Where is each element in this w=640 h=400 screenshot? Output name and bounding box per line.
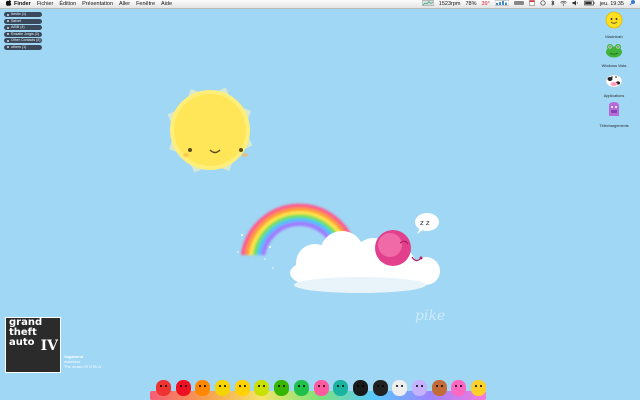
- desktop-icon-label: Applications: [603, 94, 625, 98]
- menu-aller[interactable]: Aller: [119, 0, 130, 9]
- dock-brown-girl-icon[interactable]: [431, 380, 447, 396]
- list-item[interactable]: Salvet: [4, 18, 42, 24]
- dock-black-cat-icon[interactable]: [352, 380, 368, 396]
- sleep-bubble-text: z z: [420, 219, 430, 227]
- menu-presentation[interactable]: Présentation: [82, 0, 113, 9]
- volume-icon[interactable]: [572, 0, 579, 10]
- cpu-monitor-icon[interactable]: [421, 0, 435, 10]
- menu-fichier[interactable]: Fichier: [37, 0, 54, 9]
- dock-toucan-icon[interactable]: [372, 380, 388, 396]
- dock-lavender-bunny-icon[interactable]: [411, 380, 427, 396]
- status-dot-icon: [7, 33, 9, 35]
- desktop-icon-applications[interactable]: Applications: [592, 72, 636, 98]
- spotlight-icon[interactable]: [629, 0, 636, 10]
- frog-drive-icon: [606, 44, 622, 58]
- dock-bee-icon[interactable]: [215, 380, 231, 396]
- cow-folder-icon: [605, 74, 623, 88]
- status-dot-icon: [7, 26, 9, 29]
- rainbow-cloud-illustration: z z: [237, 203, 440, 293]
- wallpaper-signature: pike: [415, 308, 446, 324]
- purple-folder-icon: [609, 102, 619, 116]
- battery-icon[interactable]: [584, 0, 595, 10]
- album-cover[interactable]: grand theft auto IV: [5, 317, 61, 373]
- dock-yellow-duck-icon[interactable]: [471, 380, 486, 396]
- fan-speed[interactable]: 1523rpm: [439, 0, 461, 9]
- calendar-icon[interactable]: [529, 0, 535, 10]
- list-item[interactable]: Rosalie Jorgis (3): [4, 31, 42, 37]
- dock-orange-icon[interactable]: [195, 380, 211, 396]
- dock-green-monster-icon[interactable]: [293, 380, 309, 396]
- dock-green-frog-icon[interactable]: [274, 380, 290, 396]
- apple-menu-icon[interactable]: [5, 0, 14, 10]
- list-item[interactable]: A/BB (4): [4, 25, 42, 30]
- battery-percent[interactable]: 78%: [465, 0, 476, 9]
- dock-items: [156, 380, 491, 396]
- desktop-icon-label: Windows Vista: [601, 64, 627, 68]
- dock-flower-icon[interactable]: [313, 380, 329, 396]
- status-dot-icon: [7, 13, 9, 16]
- temperature[interactable]: 39°: [482, 0, 490, 9]
- desktop-icon-label: Téléchargements: [599, 124, 629, 128]
- desktop-icon-macintosh[interactable]: Macintosh: [592, 11, 636, 39]
- menu-fenetre[interactable]: Fenêtre: [136, 0, 155, 9]
- status-dot-icon: [7, 46, 9, 48]
- track-album: The music Of GTA IV: [64, 364, 102, 369]
- dock-panda-icon[interactable]: [392, 380, 408, 396]
- menu-edition[interactable]: Édition: [59, 0, 76, 9]
- dock-red-cup-icon[interactable]: [175, 380, 191, 396]
- list-item[interactable]: Other Contacts (8): [4, 38, 42, 43]
- sun-illustration: [167, 87, 253, 173]
- dock-lime-character-icon[interactable]: [254, 380, 270, 396]
- dock-yellow-face-icon[interactable]: [234, 380, 250, 396]
- list-item[interactable]: Ibedin (1): [4, 12, 42, 17]
- bluetooth-icon[interactable]: [551, 0, 555, 10]
- wifi-icon[interactable]: [560, 0, 567, 10]
- sync-icon[interactable]: [540, 0, 546, 10]
- dock: [150, 376, 486, 400]
- status-dot-icon: [7, 20, 9, 22]
- graph-icon[interactable]: [494, 0, 510, 10]
- contacts-widget: Ibedin (1) Salvet A/BB (4) Rosalie Jorgi…: [4, 12, 42, 51]
- menu-bar: Finder Fichier Édition Présentation Alle…: [0, 0, 640, 9]
- network-icon[interactable]: [513, 0, 524, 10]
- dock-teal-bird-icon[interactable]: [333, 380, 349, 396]
- status-dot-icon: [7, 39, 9, 42]
- album-cover-numeral: IV: [40, 338, 58, 354]
- clock[interactable]: jeu. 19:35: [600, 0, 624, 9]
- dock-pink-blob-icon[interactable]: [451, 380, 467, 396]
- smiley-drive-icon: [605, 11, 623, 29]
- dock-ladybug-icon[interactable]: [156, 380, 171, 396]
- desktop-icon-windows-vista[interactable]: Windows Vista: [592, 42, 636, 68]
- now-playing-info: Vagabond nukeseur The music Of GTA IV: [64, 354, 102, 369]
- desktop-icon-label: Macintosh: [605, 35, 623, 39]
- menu-finder[interactable]: Finder: [14, 0, 31, 9]
- menu-aide[interactable]: Aide: [161, 0, 172, 9]
- desktop-icon-telechargements[interactable]: Téléchargements: [592, 100, 636, 128]
- list-item[interactable]: others (1): [4, 44, 42, 50]
